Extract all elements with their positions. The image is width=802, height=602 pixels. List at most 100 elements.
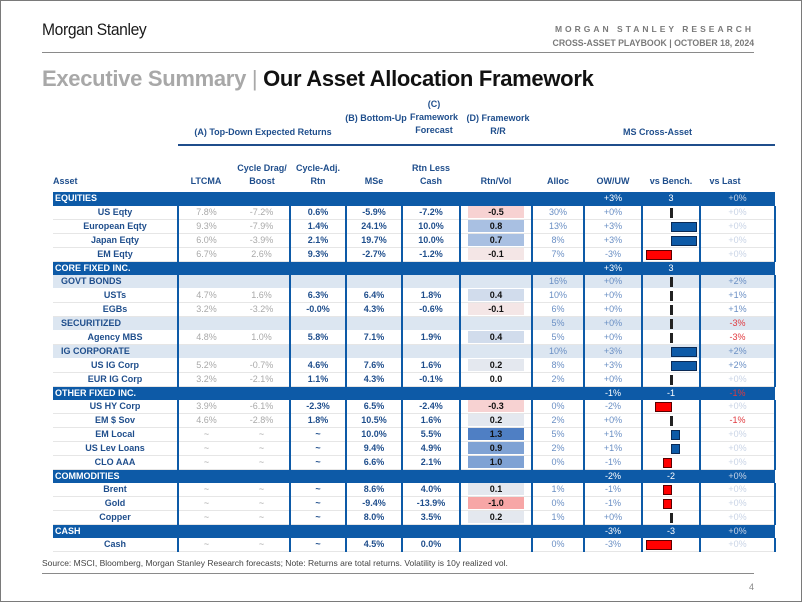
section-name: EQUITIES (53, 192, 533, 206)
ltcma-value: 4.6% (177, 413, 234, 429)
asset-row: European Eqty 9.3% -7.9% 1.4% 24.1% 10.0% 0.8 1… (53, 219, 777, 234)
bench-cell (641, 330, 701, 345)
group-c-label: (C) Framework Forecast (409, 99, 459, 135)
research-label: MORGAN STANLEY RESEARCH (554, 24, 754, 34)
asset-row: US HY Corp 3.9% -6.1% -2.3% 6.5% -2.4% -0.3 0% -… (53, 399, 777, 415)
cycle-adj-value: ~ (289, 538, 346, 553)
cycle-value: -2.8% (234, 413, 290, 429)
subgroup-bench (641, 344, 701, 359)
ltcma-value: ~ (177, 496, 234, 512)
col-rlc: Rtn Less Cash (411, 163, 450, 186)
bench-cell (641, 510, 701, 526)
rtn-vol-cell: 1.0 (458, 455, 533, 471)
owuw-value: +0% (583, 330, 643, 345)
asset-name: US HY Corp (53, 399, 178, 415)
section-row: OTHER FIXED INC. -1% -1 -1% (53, 386, 776, 400)
cycle-adj-value: -0.0% (289, 302, 346, 317)
footer-divider (42, 573, 754, 574)
alloc-value: 0% (531, 496, 585, 512)
rtn-less-cash-value: -7.2% (401, 205, 460, 220)
vslast-value: +0% (699, 427, 777, 443)
bench-bar-negative (654, 401, 673, 412)
section-bench: -3 (642, 524, 701, 539)
ltcma-value: 5.2% (177, 358, 234, 373)
cycle-adj-value: ~ (289, 441, 346, 457)
ltcma-value: 3.2% (177, 302, 234, 317)
rtn-less-cash-value: 5.5% (401, 427, 460, 443)
section-name: CASH (53, 524, 533, 539)
bench-bar-negative (646, 249, 673, 260)
subgroup-owuw: +0% (583, 274, 643, 289)
mse-value: 4.3% (345, 372, 402, 387)
cycle-adj-value: ~ (289, 455, 346, 471)
asset-name: EGBs (53, 302, 178, 317)
rtn-vol-cell: 0.7 (458, 233, 533, 248)
asset-row: Copper ~ ~ ~8.0% 3.5% 0.2 1% +0% +0% (53, 510, 777, 526)
asset-row: USTs 4.7% 1.6% 6.3% 6.4% 1.8% 0.4 10% +0% +1% (53, 288, 777, 303)
vslast-value: +1% (699, 302, 777, 317)
cycle-adj-value: 6.3% (289, 288, 346, 303)
group-a-underline (178, 144, 349, 146)
cycle-adj-value: 0.6% (289, 205, 346, 220)
ltcma-value: 3.2% (177, 372, 234, 387)
mse-value: 7.6% (345, 358, 402, 373)
ltcma-value: ~ (177, 510, 234, 526)
col-cycle: Cycle Drag/ Boost (237, 163, 287, 186)
asset-row: US Lev Loans ~ ~ ~9.4% 4.9% 0.9 2% +1% +0% (53, 441, 777, 457)
owuw-value: +1% (583, 427, 643, 443)
asset-name: Japan Eqty (53, 233, 178, 248)
mse-value: 7.1% (345, 330, 402, 345)
asset-row: US IG Corp 5.2% -0.7% 4.6% 7.6% 1.6% 0.2 8% +3% +… (53, 358, 777, 373)
section-row: EQUITIES +3% 3 +0% (53, 192, 776, 206)
ltcma-value: 6.7% (177, 247, 234, 262)
rtn-vol-cell: 1.3 (458, 427, 533, 443)
asset-row: US Eqty 7.8% -7.2% 0.6% -5.9% -7.2% -0.5 30% +0%… (53, 205, 777, 220)
rtn-vol-cell: 0.9 (458, 441, 533, 457)
section-vslast: +0% (700, 192, 776, 206)
rtn-vol-value: -0.5 (468, 205, 525, 218)
bench-bar-positive (671, 430, 680, 441)
rtn-less-cash-value: 0.0% (401, 538, 460, 553)
cycle-adj-value: ~ (289, 427, 346, 443)
asset-name: European Eqty (53, 219, 178, 234)
rtn-vol-value: 0.0 (489, 373, 503, 384)
cycle-value: ~ (234, 483, 290, 498)
rtn-vol-cell: 0.2 (458, 413, 533, 429)
owuw-value: -3% (583, 247, 643, 262)
asset-row: EGBs 3.2% -3.2% -0.0% 4.3% -0.6% -0.1 6% +0% +1% (53, 302, 777, 317)
bench-bar-positive (671, 346, 698, 357)
bench-cell (641, 483, 701, 498)
owuw-value: +0% (583, 372, 643, 387)
vslast-value: +0% (699, 538, 777, 553)
rtn-vol-cell: -0.1 (458, 302, 533, 317)
owuw-value: -1% (583, 496, 643, 512)
cycle-value: 1.6% (234, 288, 290, 303)
rtn-vol-value: 0.9 (468, 442, 525, 455)
page-number: 4 (748, 582, 754, 592)
bench-bar-zero (670, 416, 674, 427)
rtn-vol-cell: -0.5 (458, 205, 533, 220)
section-name: OTHER FIXED INC. (53, 386, 533, 400)
bench-bar-negative (663, 485, 673, 496)
rtn-vol-cell: -1.0 (458, 496, 533, 512)
rtn-less-cash-value: 3.5% (401, 510, 460, 526)
subgroup-alloc: 16% (531, 274, 585, 289)
bench-bar-zero (670, 513, 674, 524)
section-vslast: -1% (700, 386, 776, 400)
rtn-vol-value: 0.7 (468, 233, 525, 246)
alloc-value: 5% (531, 427, 585, 443)
brand-logo: Morgan Stanley (42, 20, 147, 39)
title-main: Our Asset Allocation Framework (263, 66, 594, 91)
subgroup-alloc: 5% (531, 316, 585, 331)
asset-row: EUR IG Corp 3.2% -2.1% 1.1% 4.3% -0.1% 0.0 2% +0… (53, 372, 777, 387)
asset-name: EUR IG Corp (53, 372, 178, 387)
asset-name: CLO AAA (53, 455, 178, 471)
asset-name: Cash (53, 538, 178, 553)
mse-value: 4.3% (345, 302, 402, 317)
section-row: CASH -3% -3 +0% (53, 524, 776, 539)
group-b-label: (B) Bottom-Up (345, 113, 407, 123)
cycle-value: 2.6% (234, 247, 290, 262)
asset-row: Brent ~ ~ ~8.6% 4.0% 0.1 1% -1% +0% (53, 483, 777, 498)
owuw-value: +3% (583, 233, 643, 248)
alloc-value: 2% (531, 372, 585, 387)
